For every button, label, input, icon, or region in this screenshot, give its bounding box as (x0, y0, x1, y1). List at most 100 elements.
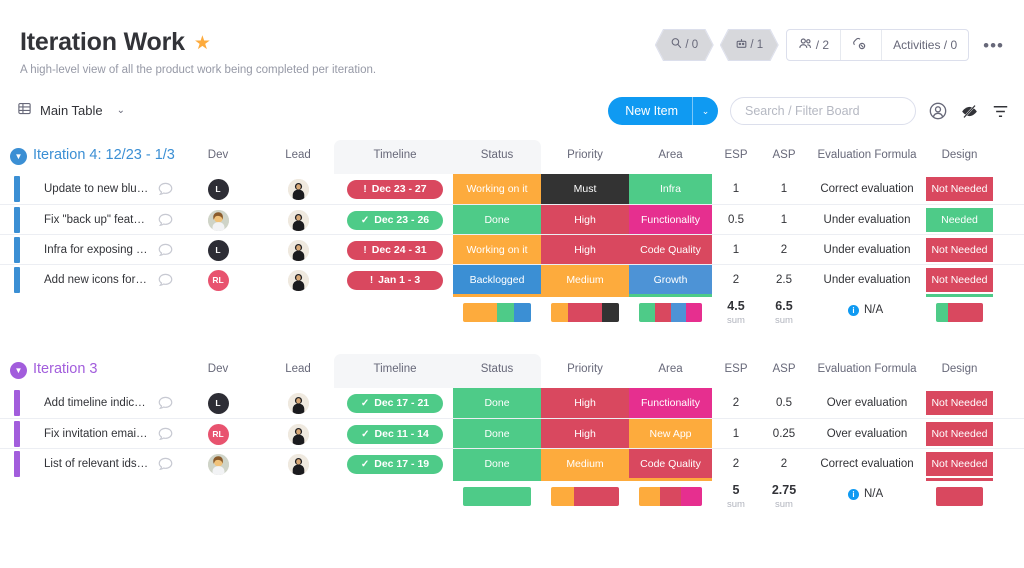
cell-timeline[interactable]: ✓ Dec 17 - 21 (347, 388, 443, 418)
cell-formula[interactable]: Over evaluation (808, 419, 926, 449)
column-header-design[interactable]: Design (926, 149, 993, 161)
design-tag[interactable]: Not Needed (926, 238, 993, 262)
cell-priority[interactable]: High (541, 419, 629, 449)
timeline-pill[interactable]: ✓ Dec 17 - 21 (347, 393, 443, 413)
cell-dev[interactable]: RL (192, 265, 244, 295)
column-header-lead[interactable]: Lead (272, 363, 324, 375)
cell-dev[interactable] (192, 205, 244, 235)
chevron-down-icon[interactable]: ⌄ (117, 105, 125, 116)
column-header-asp[interactable]: ASP (760, 149, 808, 161)
timeline-pill[interactable]: ✓ Dec 11 - 14 (347, 424, 443, 444)
cell-dev[interactable]: L (192, 174, 244, 204)
column-header-dev[interactable]: Dev (192, 363, 244, 375)
new-item-button[interactable]: New Item ⌄ (608, 97, 718, 125)
cell-area[interactable]: Code Quality (629, 449, 712, 479)
comment-bubble-icon[interactable] (158, 457, 173, 471)
cell-area[interactable]: Growth (629, 265, 712, 295)
cell-lead[interactable] (272, 235, 324, 265)
cell-area[interactable]: Infra (629, 174, 712, 204)
cell-timeline[interactable]: ✓ Dec 23 - 26 (347, 205, 443, 235)
view-tab-main-table[interactable]: Main Table ⌄ (17, 101, 125, 119)
timeline-pill[interactable]: ✓ Dec 23 - 26 (347, 210, 443, 230)
cell-design[interactable]: Needed (926, 205, 993, 235)
cell-esp[interactable]: 2 (712, 388, 760, 418)
cell-lead[interactable] (272, 449, 324, 479)
filter-icon[interactable] (991, 102, 1010, 121)
comment-bubble-wrap[interactable] (158, 182, 173, 196)
cell-esp[interactable]: 1 (712, 174, 760, 204)
cell-status[interactable]: Done (453, 449, 541, 479)
cell-area[interactable]: New App (629, 419, 712, 449)
integrations-button[interactable] (841, 30, 883, 60)
comment-bubble-wrap[interactable] (158, 213, 173, 227)
column-header-design[interactable]: Design (926, 363, 993, 375)
cell-dev[interactable] (192, 449, 244, 479)
cell-asp[interactable]: 1 (760, 205, 808, 235)
cell-area[interactable]: Code Quality (629, 235, 712, 265)
search-input[interactable]: Search / Filter Board (730, 97, 916, 125)
design-tag[interactable]: Not Needed (926, 391, 993, 415)
cell-asp[interactable]: 0.5 (760, 388, 808, 418)
cell-status[interactable]: Working on it (453, 174, 541, 204)
summary-status-bar[interactable] (463, 303, 531, 322)
timeline-pill[interactable]: ! Dec 23 - 27 (347, 179, 443, 199)
cell-design[interactable]: Not Needed (926, 449, 993, 479)
cell-priority[interactable]: Must (541, 174, 629, 204)
cell-status[interactable]: Done (453, 205, 541, 235)
cell-status[interactable]: Done (453, 419, 541, 449)
cell-design[interactable]: Not Needed (926, 419, 993, 449)
activities-button[interactable]: Activities / 0 (882, 30, 968, 60)
timeline-pill[interactable]: ! Dec 24 - 31 (347, 240, 443, 260)
table-row[interactable]: Update to new blu… L! Dec 23 - 27 Working o… (0, 174, 1024, 204)
summary-area-bar[interactable] (639, 303, 702, 322)
summary-design-bar[interactable] (936, 487, 983, 506)
group-title[interactable]: Iteration 3 (33, 361, 98, 377)
cell-lead[interactable] (272, 388, 324, 418)
person-icon[interactable] (928, 101, 948, 121)
table-row[interactable]: List of relevant ids… ✓ Dec 17 - 19 Done Med… (0, 448, 1024, 479)
summary-formula[interactable]: i N/A (848, 304, 883, 316)
column-header-esp[interactable]: ESP (712, 149, 760, 161)
cell-esp[interactable]: 1 (712, 419, 760, 449)
cell-timeline[interactable]: ! Dec 23 - 27 (347, 174, 443, 204)
cell-priority[interactable]: High (541, 235, 629, 265)
column-header-area[interactable]: Area (629, 149, 712, 161)
comment-bubble-wrap[interactable] (158, 396, 173, 410)
cell-asp[interactable]: 2 (760, 449, 808, 479)
summary-status-bar[interactable] (463, 487, 531, 506)
activity-badge[interactable]: / 0 (655, 30, 713, 60)
cell-design[interactable]: Not Needed (926, 265, 993, 295)
column-header-dev[interactable]: Dev (192, 149, 244, 161)
comment-bubble-icon[interactable] (158, 243, 173, 257)
comment-bubble-wrap[interactable] (158, 427, 173, 441)
table-row[interactable]: Infra for exposing … L! Dec 24 - 31 Working… (0, 234, 1024, 265)
column-header-timeline[interactable]: Timeline (347, 149, 443, 161)
design-tag[interactable]: Needed (926, 208, 993, 232)
cell-formula[interactable]: Under evaluation (808, 265, 926, 295)
cell-formula[interactable]: Correct evaluation (808, 449, 926, 479)
cell-formula[interactable]: Under evaluation (808, 235, 926, 265)
design-tag[interactable]: Not Needed (926, 452, 993, 476)
column-header-timeline[interactable]: Timeline (347, 363, 443, 375)
cell-formula[interactable]: Under evaluation (808, 205, 926, 235)
cell-lead[interactable] (272, 174, 324, 204)
comment-bubble-wrap[interactable] (158, 243, 173, 257)
cell-asp[interactable]: 0.25 (760, 419, 808, 449)
cell-asp[interactable]: 2.5 (760, 265, 808, 295)
cell-area[interactable]: Functionality (629, 205, 712, 235)
chevron-down-circle-icon[interactable]: ▼ (10, 148, 27, 165)
comment-bubble-wrap[interactable] (158, 457, 173, 471)
table-row[interactable]: Add timeline indic… L ✓ Dec 17 - 21 Done High… (0, 388, 1024, 418)
cell-lead[interactable] (272, 265, 324, 295)
members-button[interactable]: / 2 (787, 30, 842, 60)
table-row[interactable]: Fix invitation emai… RL ✓ Dec 11 - 14 Done Hi… (0, 418, 1024, 449)
cell-timeline[interactable]: ! Dec 24 - 31 (347, 235, 443, 265)
table-row[interactable]: Fix "back up" feat… ✓ Dec 23 - 26 Done High F… (0, 204, 1024, 235)
timeline-pill[interactable]: ✓ Dec 17 - 19 (347, 454, 443, 474)
summary-formula[interactable]: i N/A (848, 488, 883, 500)
column-header-formula[interactable]: Evaluation Formula (808, 149, 926, 161)
column-header-status[interactable]: Status (453, 363, 541, 375)
cell-lead[interactable] (272, 419, 324, 449)
cell-lead[interactable] (272, 205, 324, 235)
cell-design[interactable]: Not Needed (926, 174, 993, 204)
